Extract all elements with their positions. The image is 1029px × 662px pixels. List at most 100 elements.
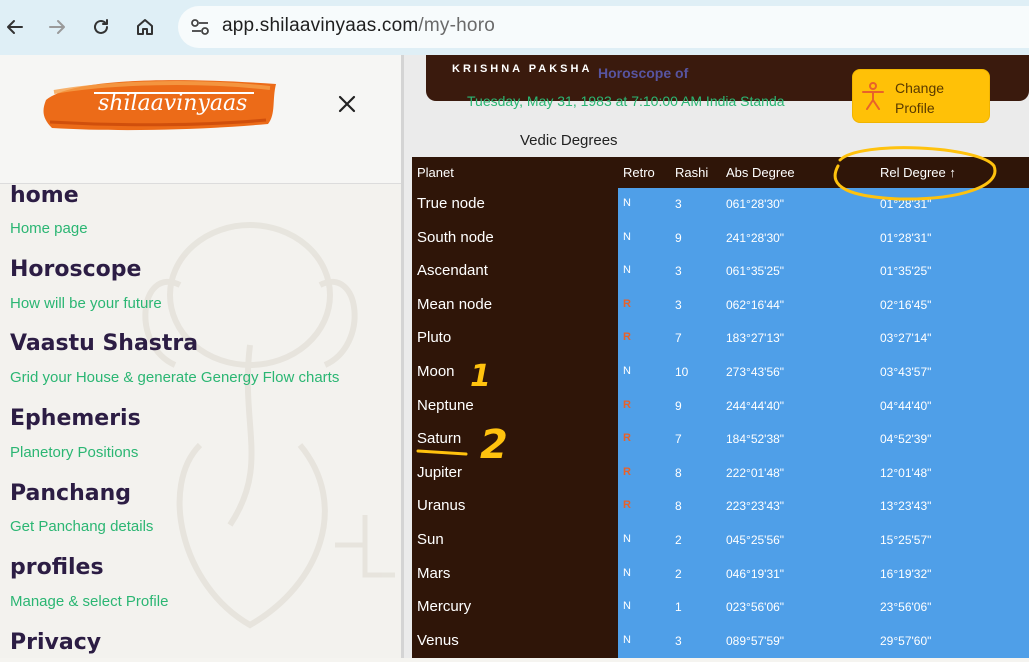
rashi-cell: 9: [675, 230, 682, 245]
arrow-left-icon: [7, 20, 23, 34]
rel-degree-cell: 03°27'14": [880, 331, 932, 346]
abs-degree-cell: 023°56'06": [726, 600, 785, 615]
reload-icon: [94, 19, 108, 34]
reload-button[interactable]: [86, 12, 116, 42]
retro-cell: N: [623, 365, 631, 377]
menu-title: Ephemeris: [10, 406, 141, 431]
header-planet[interactable]: Planet: [417, 165, 454, 180]
menu-subtitle: Manage & select Profile: [10, 593, 169, 610]
planet-name: Ascendant: [417, 262, 488, 280]
home-button[interactable]: [130, 12, 160, 42]
url-host: app.shilaavinyaas.com: [222, 15, 419, 36]
retro-cell: N: [623, 264, 631, 277]
rel-degree-cell: 12°01'48": [880, 465, 932, 480]
table-row: Moon N 10 273°43'56" 03°43'57": [412, 363, 1029, 393]
table-row: Ascendant N 3 061°35'25" 01°35'25": [412, 262, 1029, 292]
url-text: app.shilaavinyaas.com/my-horo: [222, 15, 495, 37]
menu-title: profiles: [10, 555, 104, 580]
change-profile-button[interactable]: Change Profile: [852, 69, 990, 123]
tune-icon[interactable]: [190, 18, 210, 36]
rel-degree-cell: 15°25'57": [880, 533, 932, 547]
abs-degree-cell: 241°28'30": [726, 230, 785, 245]
rel-degree-cell: 02°16'45": [880, 297, 932, 312]
abs-degree-cell: 223°23'43": [726, 499, 785, 514]
arrow-right-icon: [49, 20, 65, 34]
menu-subtitle: Grid your House & generate Genergy Flow …: [10, 369, 340, 386]
home-icon: [137, 19, 153, 35]
rel-degree-cell: 29°57'60": [880, 633, 932, 648]
planet-name: Saturn: [417, 430, 462, 448]
person-icon: [862, 82, 884, 110]
menu-subtitle: Planetory Positions: [10, 444, 139, 461]
sidebar-header: shilaavinyaas: [0, 55, 401, 184]
abs-degree-cell: 046°19'31": [726, 566, 785, 581]
header-abs-degree[interactable]: Abs Degree: [726, 165, 795, 180]
abs-degree-cell: 273°43'56": [726, 365, 785, 379]
rel-degree-cell: 13°23'43": [880, 499, 932, 514]
table-row: Uranus R 8 223°23'43" 13°23'43": [412, 497, 1029, 527]
menu-subtitle: How will be your future: [10, 295, 162, 312]
planet-name: Uranus: [417, 497, 466, 515]
paksha-label: KRISHNA PAKSHA: [452, 63, 593, 75]
retro-cell: N: [623, 533, 631, 545]
table-row: Mercury N 1 023°56'06" 23°56'06": [412, 598, 1029, 628]
rel-degree-cell: 04°44'40": [880, 398, 932, 413]
table-row: Venus N 3 089°57'59" 29°57'60": [412, 632, 1029, 662]
forward-button[interactable]: [42, 12, 72, 42]
sidebar: shilaavinyaas home Home page Horoscope H…: [0, 55, 401, 658]
planet-name: True node: [417, 195, 485, 212]
rashi-cell: 8: [675, 499, 682, 514]
retro-cell: R: [623, 499, 631, 512]
menu-subtitle: Get Panchang details: [10, 518, 154, 535]
menu-title: Panchang: [10, 481, 131, 506]
ganesha-watermark: [142, 222, 395, 629]
planet-name: South node: [417, 228, 494, 246]
planet-name: Pluto: [417, 329, 452, 347]
retro-cell: N: [623, 600, 631, 613]
planet-name: Neptune: [417, 396, 474, 414]
table-row: Pluto R 7 183°27'13" 03°27'14": [412, 329, 1029, 359]
section-title: Vedic Degrees: [520, 132, 618, 149]
vedic-degrees-table: Planet Retro Rashi Abs Degree Rel Degree…: [412, 157, 1029, 658]
horoscope-title: Horoscope of: [598, 65, 689, 81]
planet-name: Mean node: [417, 295, 493, 313]
menu-title: Horoscope: [10, 257, 142, 282]
back-button[interactable]: [0, 12, 30, 42]
planet-name: Mars: [417, 564, 451, 582]
retro-cell: R: [623, 398, 631, 411]
retro-cell: N: [623, 566, 631, 579]
rashi-cell: 7: [675, 331, 682, 346]
retro-cell: N: [623, 197, 631, 209]
close-icon[interactable]: [338, 95, 356, 113]
planet-name: Mercury: [417, 598, 472, 616]
rashi-cell: 2: [675, 566, 682, 581]
planet-name: Jupiter: [417, 463, 463, 481]
retro-cell: R: [623, 432, 631, 445]
rashi-cell: 3: [675, 297, 682, 312]
abs-degree-cell: 089°57'59": [726, 633, 785, 648]
table-header: Retro Rashi Abs Degree Rel Degree ↑: [618, 157, 1029, 188]
retro-cell: R: [623, 331, 631, 344]
planet-name: Sun: [417, 531, 444, 548]
rel-degree-cell: 03°43'57": [880, 365, 932, 379]
rashi-cell: 3: [675, 264, 682, 279]
main-content: KRISHNA PAKSHA Horoscope of Tuesday, May…: [404, 55, 1029, 658]
abs-degree-cell: 244°44'40": [726, 398, 785, 413]
rel-degree-cell: 01°35'25": [880, 264, 932, 279]
menu-subtitle: Home page: [10, 220, 88, 237]
table-row: South node N 9 241°28'30" 01°28'31": [412, 229, 1029, 259]
shilaavinyaas-logo[interactable]: shilaavinyaas: [40, 70, 280, 136]
address-bar[interactable]: app.shilaavinyaas.com/my-horo: [178, 6, 1029, 48]
header-rashi[interactable]: Rashi: [675, 165, 708, 180]
abs-degree-cell: 045°25'56": [726, 533, 785, 547]
table-row: Neptune R 9 244°44'40" 04°44'40": [412, 397, 1029, 427]
rel-degree-cell: 01°28'31": [880, 197, 932, 211]
rashi-cell: 8: [675, 465, 682, 480]
planet-name: Moon: [417, 363, 455, 380]
header-rel-degree[interactable]: Rel Degree ↑: [880, 165, 956, 180]
abs-degree-cell: 184°52'38": [726, 432, 785, 447]
table-row: Mars N 2 046°19'31" 16°19'32": [412, 565, 1029, 595]
header-retro[interactable]: Retro: [623, 165, 655, 180]
browser-toolbar: app.shilaavinyaas.com/my-horo: [0, 0, 1029, 56]
table-row: Mean node R 3 062°16'44" 02°16'45": [412, 296, 1029, 326]
